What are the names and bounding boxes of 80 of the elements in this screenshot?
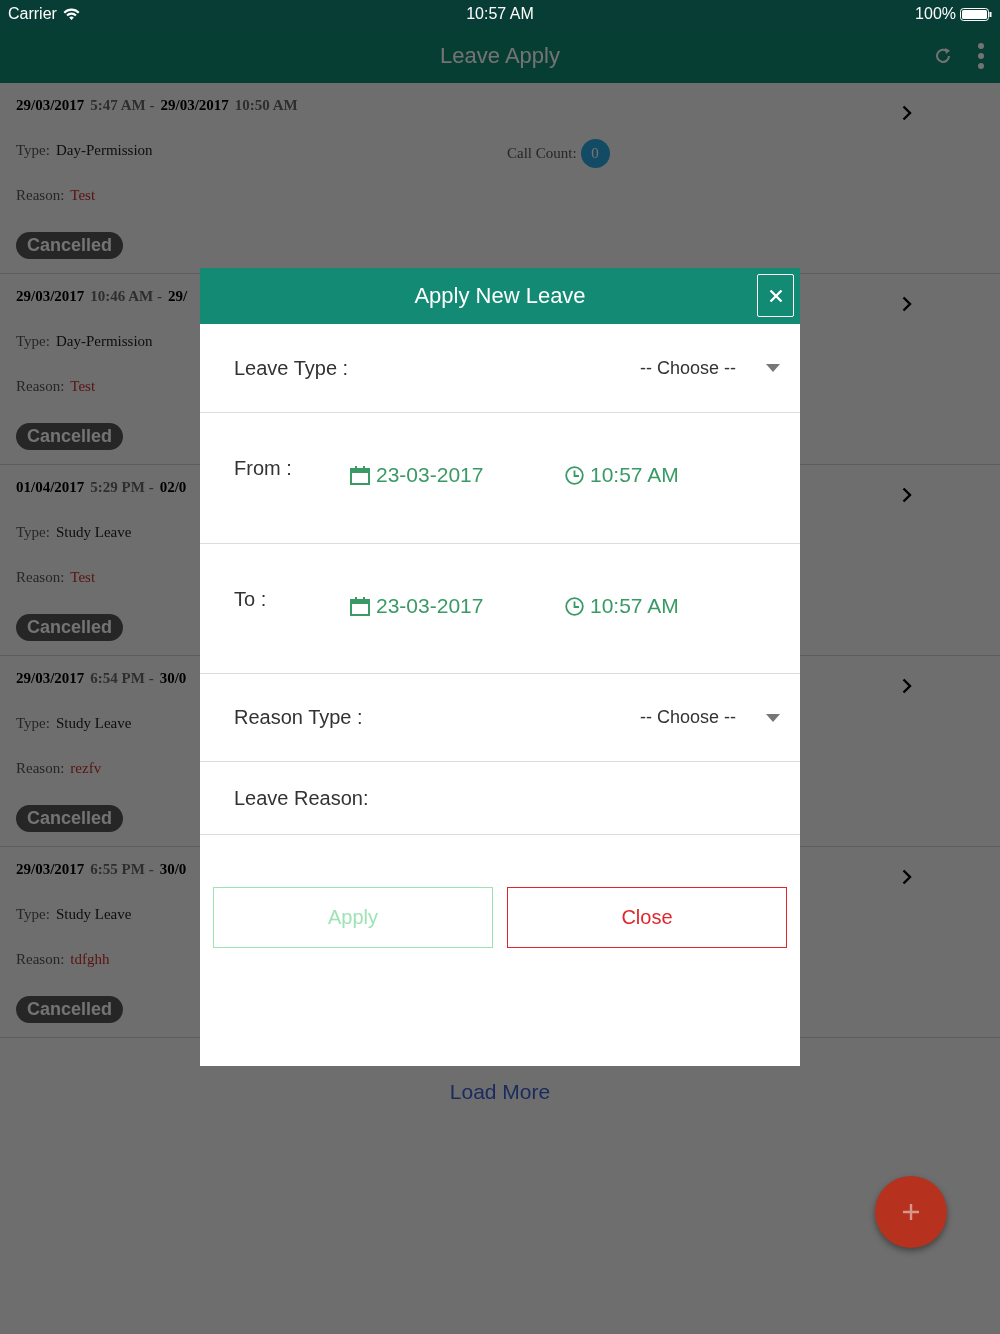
from-date: 29/03/2017 (16, 97, 85, 114)
close-button[interactable] (757, 274, 794, 317)
status-badge: Cancelled (16, 614, 124, 641)
leave-reason: Test (70, 187, 96, 204)
from-time: 6:54 PM - (90, 670, 154, 687)
reason-label: Reason: (16, 760, 65, 777)
status-badge: Cancelled (16, 805, 124, 832)
from-date: 01/04/2017 (16, 479, 85, 496)
reason-label: Reason: (16, 378, 65, 395)
field-label: Leave Reason: (234, 786, 369, 810)
from-date: 29/03/2017 (16, 670, 85, 687)
time-picker[interactable]: 10:57 AM (565, 463, 780, 487)
call-count-label: Call Count: (507, 145, 577, 162)
reason-label: Reason: (16, 569, 65, 586)
type-label: Type: (16, 524, 50, 541)
leave-reason: rezfv (70, 760, 102, 777)
from-date: 29/03/2017 (16, 288, 85, 305)
to-date: 29/03/2017 (160, 97, 229, 114)
caret-icon (766, 713, 780, 722)
carrier-label: Carrier (8, 5, 57, 23)
to-date: 02/0 (159, 479, 187, 496)
from-date: 29/03/2017 (16, 861, 85, 878)
type-label: Type: (16, 906, 50, 923)
leave-reason: Test (70, 569, 96, 586)
refresh-icon[interactable] (934, 46, 952, 65)
status-badge: Cancelled (16, 423, 124, 450)
leave-reason: tdfghh (70, 951, 110, 968)
close-button[interactable]: Close (507, 887, 787, 948)
field-label: To : (234, 588, 268, 611)
reason-type-select[interactable]: -- Choose -- (639, 707, 780, 728)
status-badge: Cancelled (16, 232, 124, 259)
leave-type: Day-Permission (55, 333, 153, 350)
to-time: 10:50 AM (234, 97, 298, 114)
battery-icon (960, 7, 992, 21)
from-time: 5:47 AM - (90, 97, 155, 114)
from-time: 6:55 PM - (90, 861, 154, 878)
screen-title: Leave Apply (440, 42, 560, 69)
to-date: 29/ (168, 288, 188, 305)
clock-time: 10:57 AM (466, 5, 534, 23)
to-date: 30/0 (159, 670, 187, 687)
load-more-link[interactable]: Load More (449, 1080, 551, 1104)
dialog-title: Apply New Leave (414, 283, 586, 309)
date-picker[interactable]: 23-03-2017 (350, 463, 565, 487)
plus-icon (901, 1202, 921, 1222)
leave-type: Day-Permission (55, 142, 153, 159)
wifi-icon (62, 8, 80, 20)
field-label: Reason Type : (234, 706, 363, 729)
leave-reason: Test (70, 378, 96, 395)
clock-icon (565, 596, 584, 616)
reason-label: Reason: (16, 187, 65, 204)
to-date: 30/0 (159, 861, 187, 878)
close-icon (768, 288, 783, 303)
type-label: Type: (16, 333, 50, 350)
chevron-icon (902, 678, 912, 694)
more-icon[interactable] (978, 42, 984, 69)
time-picker[interactable]: 10:57 AM (565, 594, 780, 618)
chevron-icon (902, 487, 912, 503)
chevron-icon (902, 296, 912, 312)
from-time: 10:46 AM - (90, 288, 162, 305)
field-label: From : (234, 457, 293, 480)
leave-type-select[interactable]: -- Choose -- (639, 357, 780, 379)
type-label: Type: (16, 715, 50, 732)
clock-icon (565, 465, 584, 485)
status-badge: Cancelled (16, 996, 124, 1023)
from-time: 5:29 PM - (90, 479, 154, 496)
add-button[interactable] (875, 1176, 947, 1248)
calendar-icon (350, 596, 370, 616)
call-count-badge: 0 (580, 139, 610, 168)
calendar-icon (350, 465, 370, 485)
chevron-icon (902, 105, 912, 121)
reason-label: Reason: (16, 951, 65, 968)
chevron-icon (902, 869, 912, 885)
type-label: Type: (16, 142, 50, 159)
battery-percent: 100% (915, 5, 956, 23)
caret-icon (766, 364, 780, 372)
leave-type: Study Leave (55, 524, 132, 541)
date-picker[interactable]: 23-03-2017 (350, 594, 565, 618)
field-label: Leave Type : (234, 356, 349, 380)
leave-type: Study Leave (55, 715, 132, 732)
leave-type: Study Leave (55, 906, 132, 923)
